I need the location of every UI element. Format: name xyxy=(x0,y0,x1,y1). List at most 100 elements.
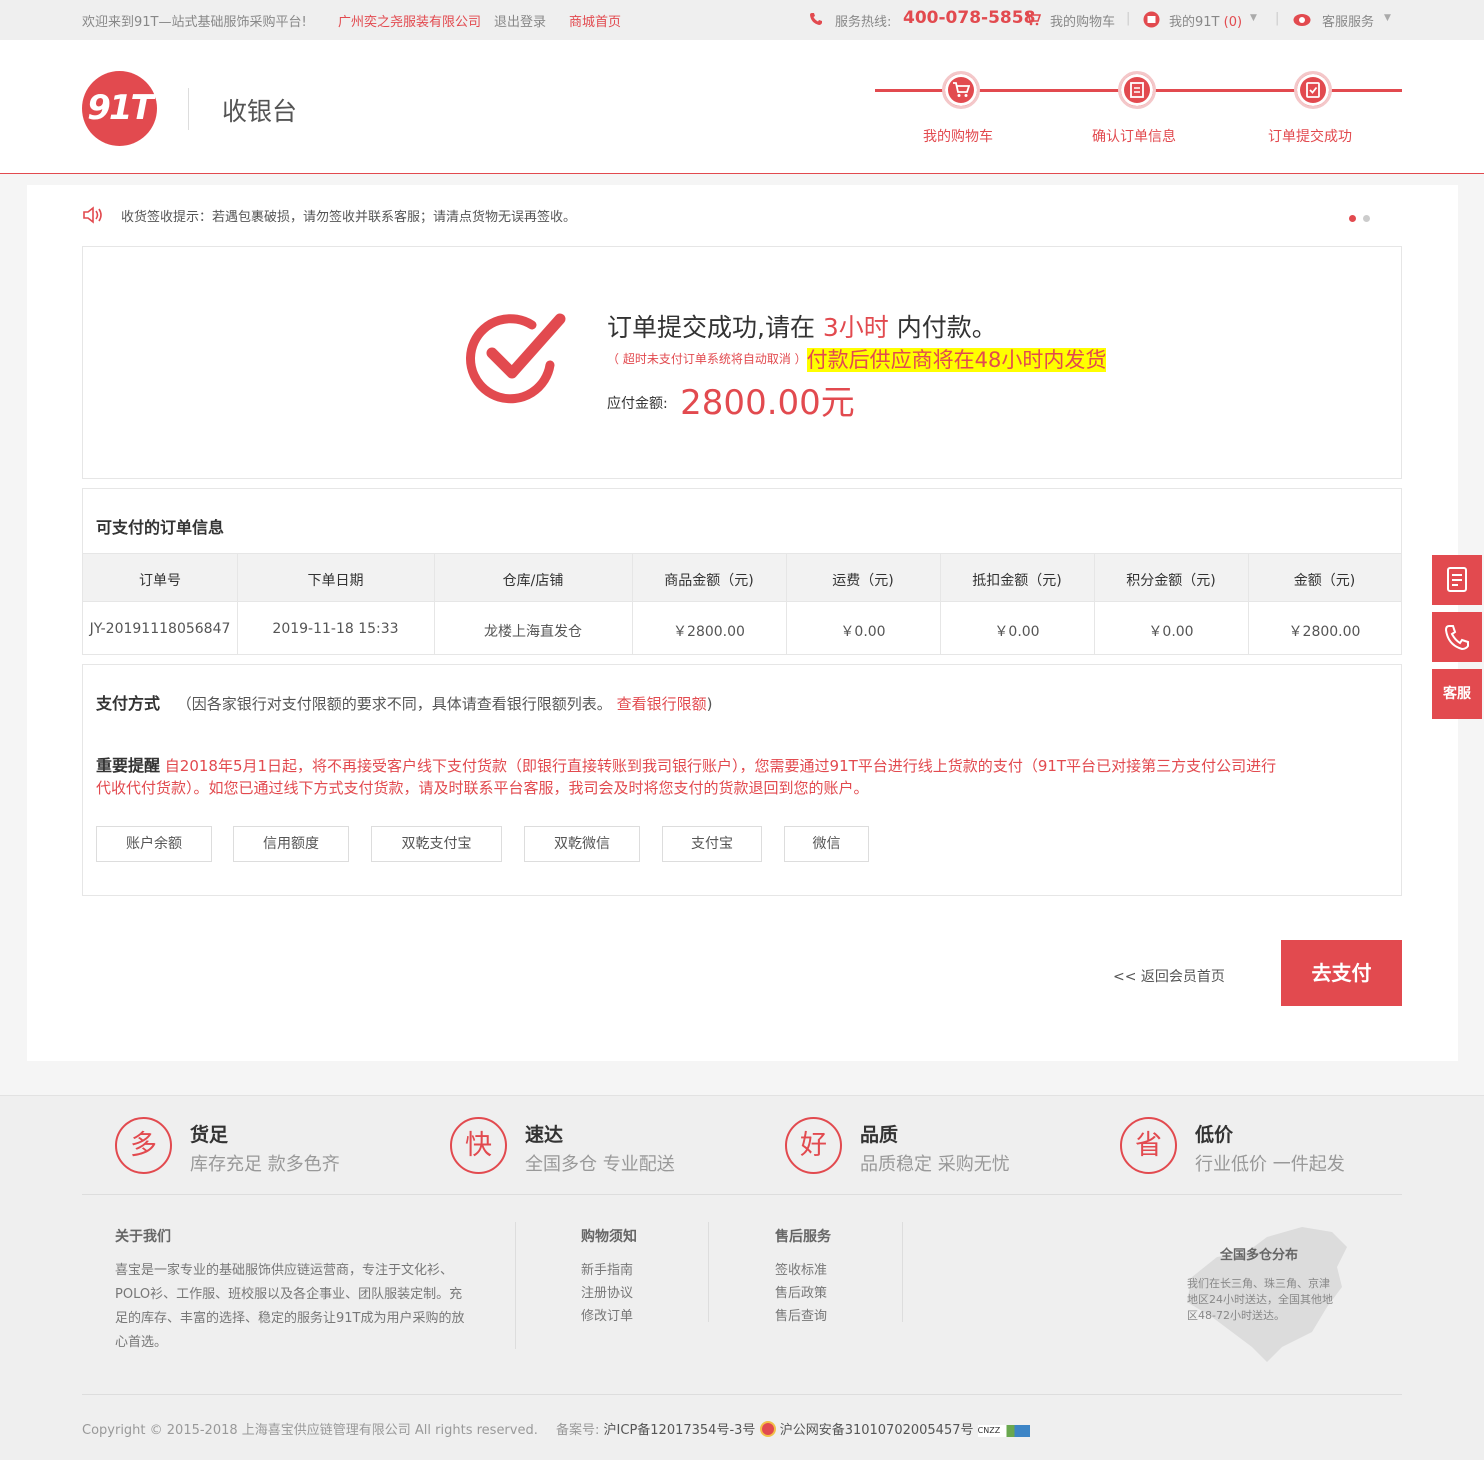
logout-link[interactable]: 退出登录 xyxy=(494,11,546,30)
order-info-title: 可支付的订单信息 xyxy=(96,518,225,537)
success-title-prefix: 订单提交成功,请在 xyxy=(607,313,815,342)
amount-label: 应付金额: xyxy=(607,396,668,412)
bank-limit-link[interactable]: 查看银行限额 xyxy=(617,695,707,713)
pay-method-wechat[interactable]: 微信 xyxy=(784,826,869,862)
top-bar: 欢迎来到91T—站式基础服饰采购平台! 广州奕之尧服装有限公司 退出登录 商城首… xyxy=(0,0,1484,40)
about-line: 足的库存、丰富的选择、稳定的服务让91T成为用户采购的放 xyxy=(115,1311,465,1326)
my-91t-count: (0) xyxy=(1223,15,1243,30)
delivery-notice: 收货签收提示：若遇包裹破损，请勿签收并联系客服；请清点货物无误再签收。 xyxy=(121,210,577,225)
company-link[interactable]: 广州奕之尧服装有限公司 xyxy=(338,11,481,30)
feature-sub-price: 行业低价 一件起发 xyxy=(1195,1154,1345,1175)
copyright-text: Copyright © 2015-2018 上海喜宝供应链管理有限公司 All … xyxy=(82,1423,538,1438)
pay-method-sq-alipay[interactable]: 双乾支付宝 xyxy=(371,826,502,862)
pay-method-alipay[interactable]: 支付宝 xyxy=(662,826,762,862)
feature-icon-fast: 快 xyxy=(450,1117,507,1174)
link-register-agreement[interactable]: 注册协议 xyxy=(581,1282,633,1301)
phone-float-button[interactable] xyxy=(1432,612,1482,662)
footer-column-divider xyxy=(902,1222,903,1322)
footer-divider xyxy=(82,1194,1402,1195)
warehouse-map-text: 我们在长三角、珠三角、京津 xyxy=(1187,1277,1330,1290)
icp-link[interactable]: 沪ICP备12017354号-3号 xyxy=(604,1423,756,1438)
pay-method-credit[interactable]: 信用额度 xyxy=(233,826,349,862)
carousel-dot-active[interactable] xyxy=(1349,215,1356,222)
carousel-dot[interactable] xyxy=(1363,215,1370,222)
divider: | xyxy=(1126,11,1131,26)
feature-title-quality: 品质 xyxy=(860,1124,899,1146)
user-icon xyxy=(1143,11,1160,32)
link-after-sale-policy[interactable]: 售后政策 xyxy=(775,1282,827,1301)
customer-service-float-button[interactable]: 客服 xyxy=(1432,669,1482,719)
footer-column-divider xyxy=(515,1222,516,1349)
police-record-link[interactable]: 沪公网安备31010702005457号 xyxy=(780,1423,974,1438)
shopping-guide-title: 购物须知 xyxy=(581,1229,637,1245)
step-order-success: 订单提交成功 xyxy=(1268,129,1352,145)
order-list-float-button[interactable] xyxy=(1432,555,1482,605)
police-badge-icon xyxy=(759,1421,776,1437)
col-order-date: 下单日期 xyxy=(307,573,364,589)
chevron-down-icon[interactable]: ▼ xyxy=(1250,13,1257,23)
feature-sub-fast: 全国多仓 专业配送 xyxy=(525,1154,675,1175)
goods-amount-cell: ￥2800.00 xyxy=(673,624,745,640)
amount-due: 应付金额: 2800.00元 xyxy=(607,375,855,424)
page-title: 收银台 xyxy=(222,97,298,126)
success-subtitle: （ 超时未支付订单系统将自动取消 ）付款后供应商将在48小时内发货 xyxy=(607,344,1107,374)
payment-method-row: 支付方式 （因各家银行对支付限额的要求不同，具体请查看银行限额列表。 查看银行限… xyxy=(96,690,712,714)
feature-sub-plenty: 库存充足 款多色齐 xyxy=(190,1154,340,1175)
footer-column-divider xyxy=(708,1222,709,1322)
about-line: POLO衫、工作服、班校服以及各企事业、团队服装定制。充 xyxy=(115,1287,463,1302)
timeout-note: （ 超时未支付订单系统将自动取消 ） xyxy=(607,352,807,366)
link-beginner-guide[interactable]: 新手指南 xyxy=(581,1259,633,1278)
welcome-text: 欢迎来到91T—站式基础服饰采购平台! xyxy=(82,15,307,30)
my-91t-label: 我的91T xyxy=(1169,15,1220,30)
document-icon xyxy=(1447,567,1467,592)
payment-deadline: 3小时 xyxy=(822,313,889,342)
chevron-down-icon[interactable]: ▼ xyxy=(1384,13,1391,23)
pay-method-sq-wechat[interactable]: 双乾微信 xyxy=(524,826,640,862)
step-my-cart: 我的购物车 xyxy=(923,129,993,145)
confirm-order-step-icon xyxy=(1118,71,1156,109)
back-to-member-home-link[interactable]: << 返回会员首页 xyxy=(1113,966,1225,986)
feature-title-price: 低价 xyxy=(1195,1124,1234,1146)
order-date-cell: 2019-11-18 15:33 xyxy=(272,621,399,637)
go-pay-button[interactable]: 去支付 xyxy=(1281,940,1402,1006)
important-reminder: 重要提醒 自2018年5月1日起，将不再接受客户线下支付货款（即银行直接转账到我… xyxy=(96,755,1396,799)
checkmark-icon xyxy=(462,305,570,417)
after-sale-title: 售后服务 xyxy=(775,1229,831,1245)
feature-icon-plenty: 多 xyxy=(115,1117,172,1174)
col-total: 金额（元) xyxy=(1293,573,1356,589)
points-cell: ￥0.00 xyxy=(1148,624,1194,640)
col-goods-amount: 商品金额（元) xyxy=(664,573,754,589)
my-91t-link[interactable]: 我的91T (0) xyxy=(1169,11,1242,30)
header-divider xyxy=(188,88,189,130)
footer-bottom-divider xyxy=(82,1394,1402,1395)
cart-icon xyxy=(1025,12,1042,30)
warehouse-cell: 龙楼上海直发仓 xyxy=(484,624,582,640)
link-receipt-standard[interactable]: 签收标准 xyxy=(775,1259,827,1278)
col-warehouse: 仓库/店铺 xyxy=(502,573,564,589)
warehouse-map-title: 全国多仓分布 xyxy=(1220,1248,1299,1263)
order-success-step-icon xyxy=(1294,71,1332,109)
copyright-row: Copyright © 2015-2018 上海喜宝供应链管理有限公司 All … xyxy=(82,1419,1030,1438)
site-logo[interactable]: 91T xyxy=(82,71,157,146)
about-line: 心首选。 xyxy=(115,1335,168,1350)
payment-limit-note: （因各家银行对支付限额的要求不同，具体请查看银行限额列表。 xyxy=(176,695,612,713)
col-points: 积分金额（元) xyxy=(1126,573,1216,589)
mall-home-link[interactable]: 商城首页 xyxy=(569,11,621,30)
link-modify-order[interactable]: 修改订单 xyxy=(581,1305,633,1324)
warehouse-map-text: 地区24小时送达，全国其他地 xyxy=(1187,1293,1333,1306)
header: 91T 收银台 我的购物车 确认订单信息 订单提交成功 xyxy=(0,40,1484,174)
reminder-line-2: 代收代付货款）。如您已通过线下方式支付货款，请及时联系平台客服，我司会及时将您支… xyxy=(96,779,869,797)
order-number-cell[interactable]: JY-20191118056847 xyxy=(83,621,237,637)
pay-method-balance[interactable]: 账户余额 xyxy=(96,826,212,862)
cnzz-stats-badge[interactable]: CNZZ xyxy=(977,1425,1030,1437)
feature-icon-quality: 好 xyxy=(785,1117,842,1174)
success-title-suffix: 内付款。 xyxy=(896,313,997,342)
customer-service-link[interactable]: 客服服务 xyxy=(1322,11,1374,30)
link-after-sale-query[interactable]: 售后查询 xyxy=(775,1305,827,1324)
phone-icon xyxy=(809,12,823,30)
shipping-cell: ￥0.00 xyxy=(840,624,886,640)
my-cart-link[interactable]: 我的购物车 xyxy=(1050,11,1115,30)
about-line: 喜宝是一家专业的基础服饰供应链运营商，专注于文化衫、 xyxy=(115,1263,454,1278)
icp-label: 备案号: xyxy=(556,1423,600,1438)
shipping-note: 付款后供应商将在48小时内发货 xyxy=(806,348,1107,372)
